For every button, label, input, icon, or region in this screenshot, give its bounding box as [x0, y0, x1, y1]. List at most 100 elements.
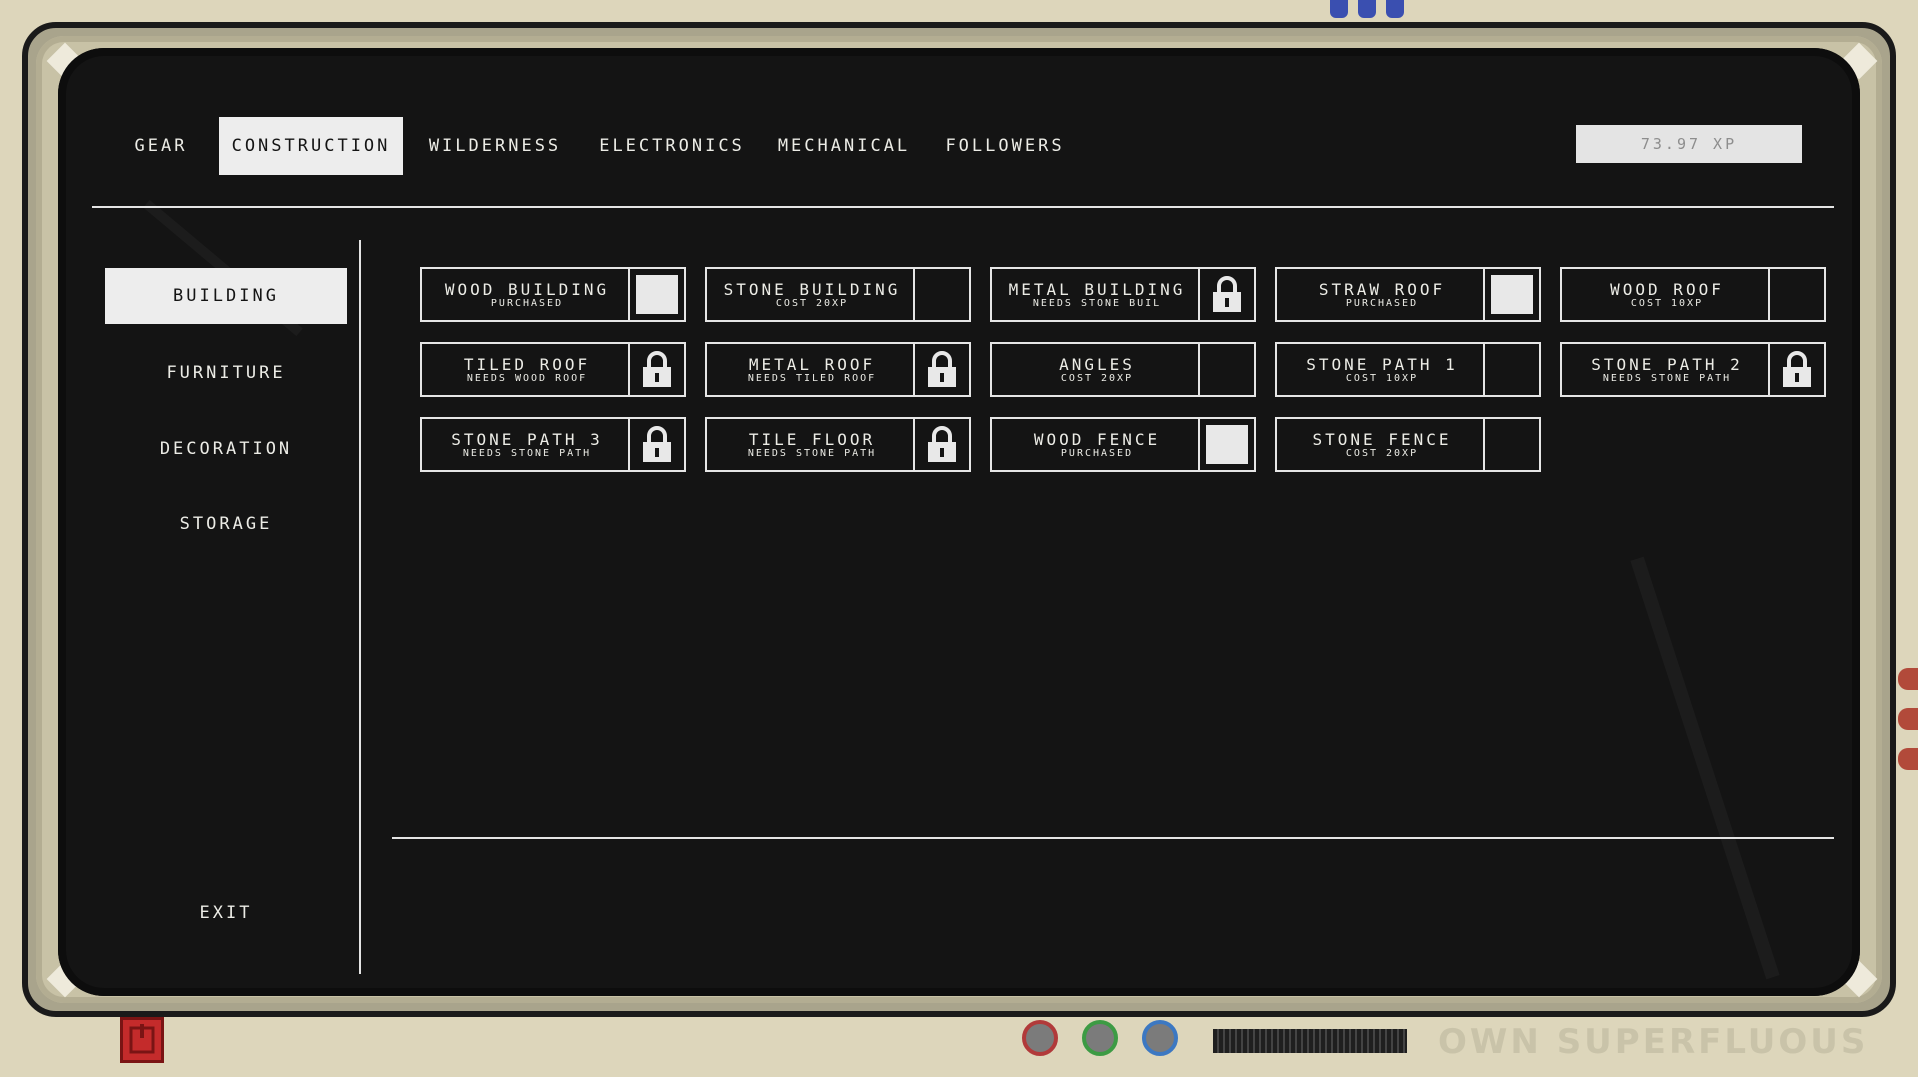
recipe-card-wood-building[interactable]: WOOD BUILDING PURCHASED — [420, 267, 686, 322]
recipe-card-wood-roof[interactable]: WOOD ROOF COST 10XP — [1560, 267, 1826, 322]
content-divider — [392, 837, 1834, 839]
recipe-card-wood-fence[interactable]: WOOD FENCE PURCHASED — [990, 417, 1256, 472]
sidebar-divider — [359, 240, 361, 974]
recipe-text: STONE PATH 3 NEEDS STONE PATH — [422, 419, 632, 470]
recipe-name: STONE BUILDING — [723, 280, 901, 299]
recipe-text: STRAW ROOF PURCHASED — [1277, 269, 1487, 320]
recipe-text: STONE PATH 1 COST 10XP — [1277, 344, 1487, 395]
recipe-text: STONE BUILDING COST 20XP — [707, 269, 917, 320]
header-divider — [92, 206, 1834, 208]
recipe-status-text: COST 10XP — [1630, 298, 1704, 309]
recipe-status-text: PURCHASED — [1345, 298, 1419, 309]
recipe-status-box — [1483, 344, 1539, 395]
recipe-name: STONE PATH 2 — [1591, 355, 1743, 374]
recipe-name: METAL ROOF — [748, 355, 876, 374]
recipe-name: STRAW ROOF — [1318, 280, 1446, 299]
recipe-status-text: NEEDS STONE PATH — [747, 448, 877, 459]
recipe-card-metal-building[interactable]: METAL BUILDING NEEDS STONE BUIL — [990, 267, 1256, 322]
side-peg — [1898, 748, 1918, 770]
recipe-card-tiled-roof[interactable]: TILED ROOF NEEDS WOOD ROOF — [420, 342, 686, 397]
purchased-check-icon — [1206, 425, 1248, 464]
recipe-status-box — [1198, 344, 1254, 395]
recipe-text: METAL ROOF NEEDS TILED ROOF — [707, 344, 917, 395]
exit-button[interactable]: EXIT — [105, 885, 347, 941]
recipe-name: WOOD BUILDING — [444, 280, 610, 299]
recipe-status-text: NEEDS STONE PATH — [462, 448, 592, 459]
recipe-status-text: NEEDS STONE PATH — [1602, 373, 1732, 384]
recipe-text: ANGLES COST 20XP — [992, 344, 1202, 395]
recipe-status-box — [913, 269, 969, 320]
recipe-status-box — [1768, 269, 1824, 320]
recipe-status-box — [1198, 419, 1254, 470]
tab-electronics[interactable]: ELECTRONICS — [592, 117, 752, 175]
recipe-name: WOOD FENCE — [1033, 430, 1161, 449]
recipe-text: TILE FLOOR NEEDS STONE PATH — [707, 419, 917, 470]
recipe-text: TILED ROOF NEEDS WOOD ROOF — [422, 344, 632, 395]
recipe-status-box — [1198, 269, 1254, 320]
recipe-name: ANGLES — [1059, 355, 1135, 374]
purchased-check-icon — [1491, 275, 1533, 314]
top-peg — [1330, 0, 1348, 18]
recipe-card-straw-roof[interactable]: STRAW ROOF PURCHASED — [1275, 267, 1541, 322]
recipe-card-stone-path-2[interactable]: STONE PATH 2 NEEDS STONE PATH — [1560, 342, 1826, 397]
recipe-name: TILED ROOF — [463, 355, 591, 374]
green-knob[interactable] — [1082, 1020, 1118, 1056]
recipe-card-metal-roof[interactable]: METAL ROOF NEEDS TILED ROOF — [705, 342, 971, 397]
recipe-text: METAL BUILDING NEEDS STONE BUIL — [992, 269, 1202, 320]
sidebar-item-building[interactable]: BUILDING — [105, 268, 347, 324]
recipe-status-box — [913, 344, 969, 395]
xp-counter: 73.97 XP — [1576, 125, 1802, 163]
sidebar-item-storage[interactable]: STORAGE — [105, 496, 347, 552]
recipe-status-box — [628, 419, 684, 470]
recipe-status-box — [1483, 269, 1539, 320]
recipe-status-box — [628, 344, 684, 395]
recipe-text: STONE FENCE COST 20XP — [1277, 419, 1487, 470]
recipe-status-text: PURCHASED — [1060, 448, 1134, 459]
recipe-text: WOOD ROOF COST 10XP — [1562, 269, 1772, 320]
recipe-status-text: NEEDS TILED ROOF — [747, 373, 877, 384]
blue-knob[interactable] — [1142, 1020, 1178, 1056]
recipe-card-stone-fence[interactable]: STONE FENCE COST 20XP — [1275, 417, 1541, 472]
top-peg — [1358, 0, 1376, 18]
recipe-status-text: COST 20XP — [1345, 448, 1419, 459]
recipe-text: STONE PATH 2 NEEDS STONE PATH — [1562, 344, 1772, 395]
recipe-status-text: COST 20XP — [775, 298, 849, 309]
purchased-check-icon — [636, 275, 678, 314]
top-peg — [1386, 0, 1404, 18]
power-button[interactable] — [120, 1017, 164, 1063]
side-peg — [1898, 668, 1918, 690]
recipe-status-box — [1768, 344, 1824, 395]
recipe-status-text: COST 10XP — [1345, 373, 1419, 384]
recipe-card-angles[interactable]: ANGLES COST 20XP — [990, 342, 1256, 397]
screen-crack — [1630, 556, 1780, 980]
tab-followers[interactable]: FOLLOWERS — [940, 117, 1070, 175]
side-peg — [1898, 708, 1918, 730]
sidebar-item-furniture[interactable]: FURNITURE — [105, 345, 347, 401]
tab-mechanical[interactable]: MECHANICAL — [774, 117, 914, 175]
speaker-vent — [1213, 1029, 1407, 1053]
recipe-status-text: NEEDS STONE BUIL — [1032, 298, 1162, 309]
recipe-card-stone-path-3[interactable]: STONE PATH 3 NEEDS STONE PATH — [420, 417, 686, 472]
red-knob[interactable] — [1022, 1020, 1058, 1056]
recipe-name: STONE PATH 3 — [451, 430, 603, 449]
tab-construction[interactable]: CONSTRUCTION — [219, 117, 403, 175]
recipe-card-stone-building[interactable]: STONE BUILDING COST 20XP — [705, 267, 971, 322]
recipe-status-box — [1483, 419, 1539, 470]
recipe-text: WOOD BUILDING PURCHASED — [422, 269, 632, 320]
sidebar-item-decoration[interactable]: DECORATION — [105, 421, 347, 477]
recipe-status-text: COST 20XP — [1060, 373, 1134, 384]
recipe-text: WOOD FENCE PURCHASED — [992, 419, 1202, 470]
recipe-status-text: PURCHASED — [490, 298, 564, 309]
brand-logo: OWN SUPERFLUOUS — [1438, 1022, 1869, 1062]
recipe-card-stone-path-1[interactable]: STONE PATH 1 COST 10XP — [1275, 342, 1541, 397]
recipe-status-text: NEEDS WOOD ROOF — [466, 373, 588, 384]
recipe-status-box — [628, 269, 684, 320]
recipe-name: STONE PATH 1 — [1306, 355, 1458, 374]
tab-gear[interactable]: GEAR — [125, 117, 197, 175]
recipe-card-tile-floor[interactable]: TILE FLOOR NEEDS STONE PATH — [705, 417, 971, 472]
recipe-name: WOOD ROOF — [1610, 280, 1724, 299]
recipe-name: STONE FENCE — [1312, 430, 1452, 449]
recipe-name: METAL BUILDING — [1008, 280, 1186, 299]
tab-wilderness[interactable]: WILDERNESS — [422, 117, 568, 175]
recipe-name: TILE FLOOR — [748, 430, 876, 449]
